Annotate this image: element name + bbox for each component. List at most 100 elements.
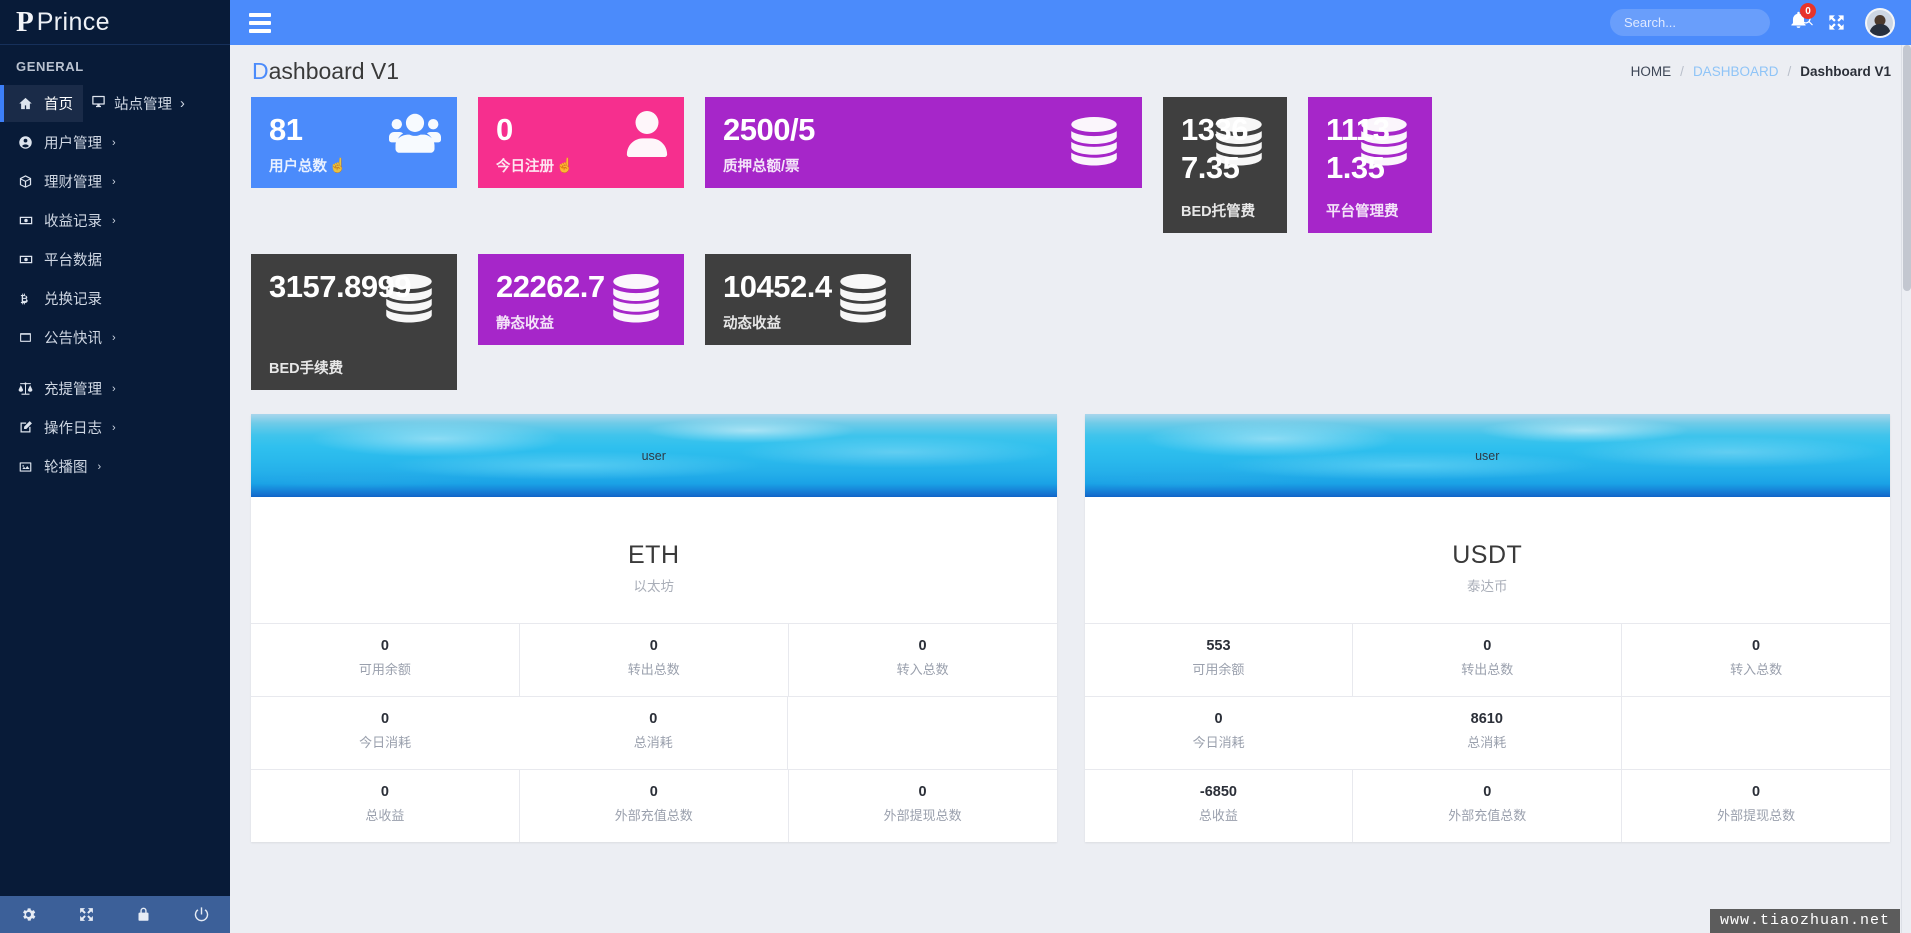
stat-grid-row: 0 总收益 0 外部充值总数 0 外部提现总数 xyxy=(251,769,1057,842)
sidebar-row: 充提管理 › xyxy=(0,369,230,408)
sidebar-item-label: 轮播图 xyxy=(44,460,88,476)
sidebar-item-label: 理财管理 xyxy=(44,175,102,191)
lock-icon[interactable] xyxy=(115,906,173,923)
hamburger-icon[interactable] xyxy=(249,12,271,33)
sidebar-item-4[interactable]: 平台数据 xyxy=(0,241,112,278)
sidebar-row: 用户管理 › xyxy=(0,123,230,162)
stat-cell-label: 今日消耗 xyxy=(359,735,412,750)
sidebar-divider-space xyxy=(0,357,230,369)
breadcrumb-home[interactable]: HOME xyxy=(1631,64,1672,79)
stat-grid-row: 0 今日消耗 0 总消耗 xyxy=(251,696,1057,769)
stat-cell: 0 外部提现总数 xyxy=(789,770,1057,842)
bitcoin-icon xyxy=(16,291,35,307)
expand-icon[interactable] xyxy=(58,906,116,923)
sidebar-item-1[interactable]: 用户管理 › xyxy=(0,124,126,161)
scrollbar-thumb[interactable] xyxy=(1903,45,1911,291)
chevron-right-icon: › xyxy=(112,421,116,434)
stat-cell-label: 总收益 xyxy=(365,808,405,823)
money-icon xyxy=(16,213,35,228)
sidebar-item-3[interactable]: 收益记录 › xyxy=(0,202,126,239)
stat-cell: 0 转入总数 xyxy=(789,624,1057,696)
stat-card-row2-1[interactable]: 22262.7 静态收益 xyxy=(478,254,684,345)
sidebar-item-2[interactable]: 理财管理 › xyxy=(0,163,126,200)
sidebar-item-label: 首页 xyxy=(44,97,73,113)
sidebar-item-label: 用户管理 xyxy=(44,136,102,152)
page-scrollbar[interactable] xyxy=(1901,45,1911,933)
stat-cell-label: 今日消耗 xyxy=(1192,735,1245,750)
stat-card-row2-0[interactable]: 3157.8999 BED手续费 xyxy=(251,254,457,390)
stat-cell: 0 可用余额 xyxy=(251,624,520,696)
breadcrumb-dashboard[interactable]: DASHBOARD xyxy=(1693,64,1779,79)
database-icon xyxy=(385,274,433,331)
power-icon[interactable] xyxy=(173,906,231,923)
chevron-right-icon: › xyxy=(97,460,102,473)
sidebar-item-10[interactable]: 轮播图 › xyxy=(0,448,111,485)
search-input[interactable] xyxy=(1624,15,1800,30)
watermark: www.tiaozhuan.net xyxy=(1709,909,1900,933)
stat-card-label: BED手续费 xyxy=(269,357,439,378)
sidebar-row: 操作日志 › xyxy=(0,408,230,447)
database-icon xyxy=(1215,117,1263,174)
fullscreen-expand-icon[interactable] xyxy=(1827,13,1846,32)
stat-cell-label: 外部充值总数 xyxy=(1448,808,1527,823)
stat-cell: 0 外部充值总数 xyxy=(1353,770,1623,842)
stat-cell: 0 转入总数 xyxy=(1622,624,1890,696)
sidebar-item-site-management[interactable]: 站点管理 › xyxy=(83,93,185,114)
coin-stat-grid: 0 可用余额 0 转出总数 0 转入总数 0 今日消耗 0 总消耗 0 总收益 0 外部充值总数 0 外部提现… xyxy=(251,623,1057,842)
coin-symbol: ETH xyxy=(628,541,680,569)
stat-cell: 0 今日消耗 xyxy=(1085,697,1353,769)
stat-cell xyxy=(1622,697,1890,769)
breadcrumb-current: Dashboard V1 xyxy=(1800,63,1891,79)
stat-card-label: 质押总额/票 xyxy=(723,155,1124,176)
stat-card-value: 2500/5 xyxy=(723,112,815,147)
sidebar-footer-toolbar xyxy=(0,896,230,933)
stat-card-label: BED托管费 xyxy=(1181,200,1269,221)
coin-name: 泰达币 xyxy=(1467,579,1508,594)
sidebar-item-8[interactable]: 充提管理 › xyxy=(0,370,126,407)
stat-cell-value: 0 xyxy=(1483,638,1492,654)
stat-cell-value: 0 xyxy=(1483,784,1492,800)
chevron-right-icon: › xyxy=(112,175,116,188)
breadcrumb-separator: / xyxy=(1680,63,1684,79)
stat-card-label-text: BED托管费 xyxy=(1181,204,1256,220)
sidebar-row: 轮播图 › xyxy=(0,447,230,486)
window-icon xyxy=(16,331,35,344)
sidebar-row: 首页 站点管理 › xyxy=(0,84,230,123)
gear-icon[interactable] xyxy=(0,906,58,923)
database-icon xyxy=(1360,117,1408,174)
sidebar-item-6[interactable]: 公告快讯 › xyxy=(0,319,126,356)
chevron-right-icon: › xyxy=(112,136,116,149)
page-header: Dashboard V1 HOME / DASHBOARD / Dashboar… xyxy=(230,45,1911,97)
stat-cell-label: 转出总数 xyxy=(1461,662,1514,677)
stat-grid-row: -6850 总收益 0 外部充值总数 0 外部提现总数 xyxy=(1084,769,1890,842)
stat-card-row1-4[interactable]: 11131.35 平台管理费 xyxy=(1308,97,1432,233)
brand-name: Prince xyxy=(36,7,110,36)
stat-cell-label: 总消耗 xyxy=(1467,735,1507,750)
stat-cell: 0 外部充值总数 xyxy=(520,770,789,842)
sidebar-item-9[interactable]: 操作日志 › xyxy=(0,409,126,446)
sidebar-item-5[interactable]: 兑换记录 xyxy=(0,280,112,317)
avatar[interactable] xyxy=(1865,7,1895,38)
stat-cell-value: 0 xyxy=(649,711,658,727)
sidebar-row: 兑换记录 xyxy=(0,279,230,318)
brand-logo[interactable]: P Prince xyxy=(0,0,230,45)
coin-panel-usdt: user USDT 泰达币 553 可用余额 0 转出总数 0 转入总数 0 今日消耗 8610 总消耗… xyxy=(1084,414,1890,842)
breadcrumb-separator: / xyxy=(1787,63,1792,79)
stat-cards-row-2: 3157.8999 BED手续费 22262.7 静态收益 10452.4 动态收益 xyxy=(230,254,1911,390)
stat-cell-label: 外部提现总数 xyxy=(1717,808,1796,823)
users-icon xyxy=(389,111,441,158)
stat-card-label-text: 质押总额/票 xyxy=(723,158,800,175)
stat-cards-row-1: 81 用户总数 ☝ 0 今日注册 ☝ 2500/5 质押总额/票 13367.35 BED托管费 1… xyxy=(230,97,1911,233)
stat-card-row1-2[interactable]: 2500/5 质押总额/票 xyxy=(705,97,1142,188)
stat-cell-value: 0 xyxy=(918,784,927,800)
stat-card-row1-1[interactable]: 0 今日注册 ☝ xyxy=(478,97,684,188)
sidebar-item-0[interactable]: 首页 xyxy=(0,85,83,122)
stat-card-row1-3[interactable]: 13367.35 BED托管费 xyxy=(1163,97,1287,233)
notifications-bell[interactable]: 0 xyxy=(1789,3,1816,35)
stat-card-row2-2[interactable]: 10452.4 动态收益 xyxy=(705,254,911,345)
stat-card-row1-0[interactable]: 81 用户总数 ☝ xyxy=(251,97,457,188)
stat-cell-value: 0 xyxy=(381,711,390,727)
stat-cell: 0 总消耗 xyxy=(519,697,789,769)
search-box[interactable] xyxy=(1610,9,1813,36)
main-content: Dashboard V1 HOME / DASHBOARD / Dashboar… xyxy=(230,45,1911,933)
